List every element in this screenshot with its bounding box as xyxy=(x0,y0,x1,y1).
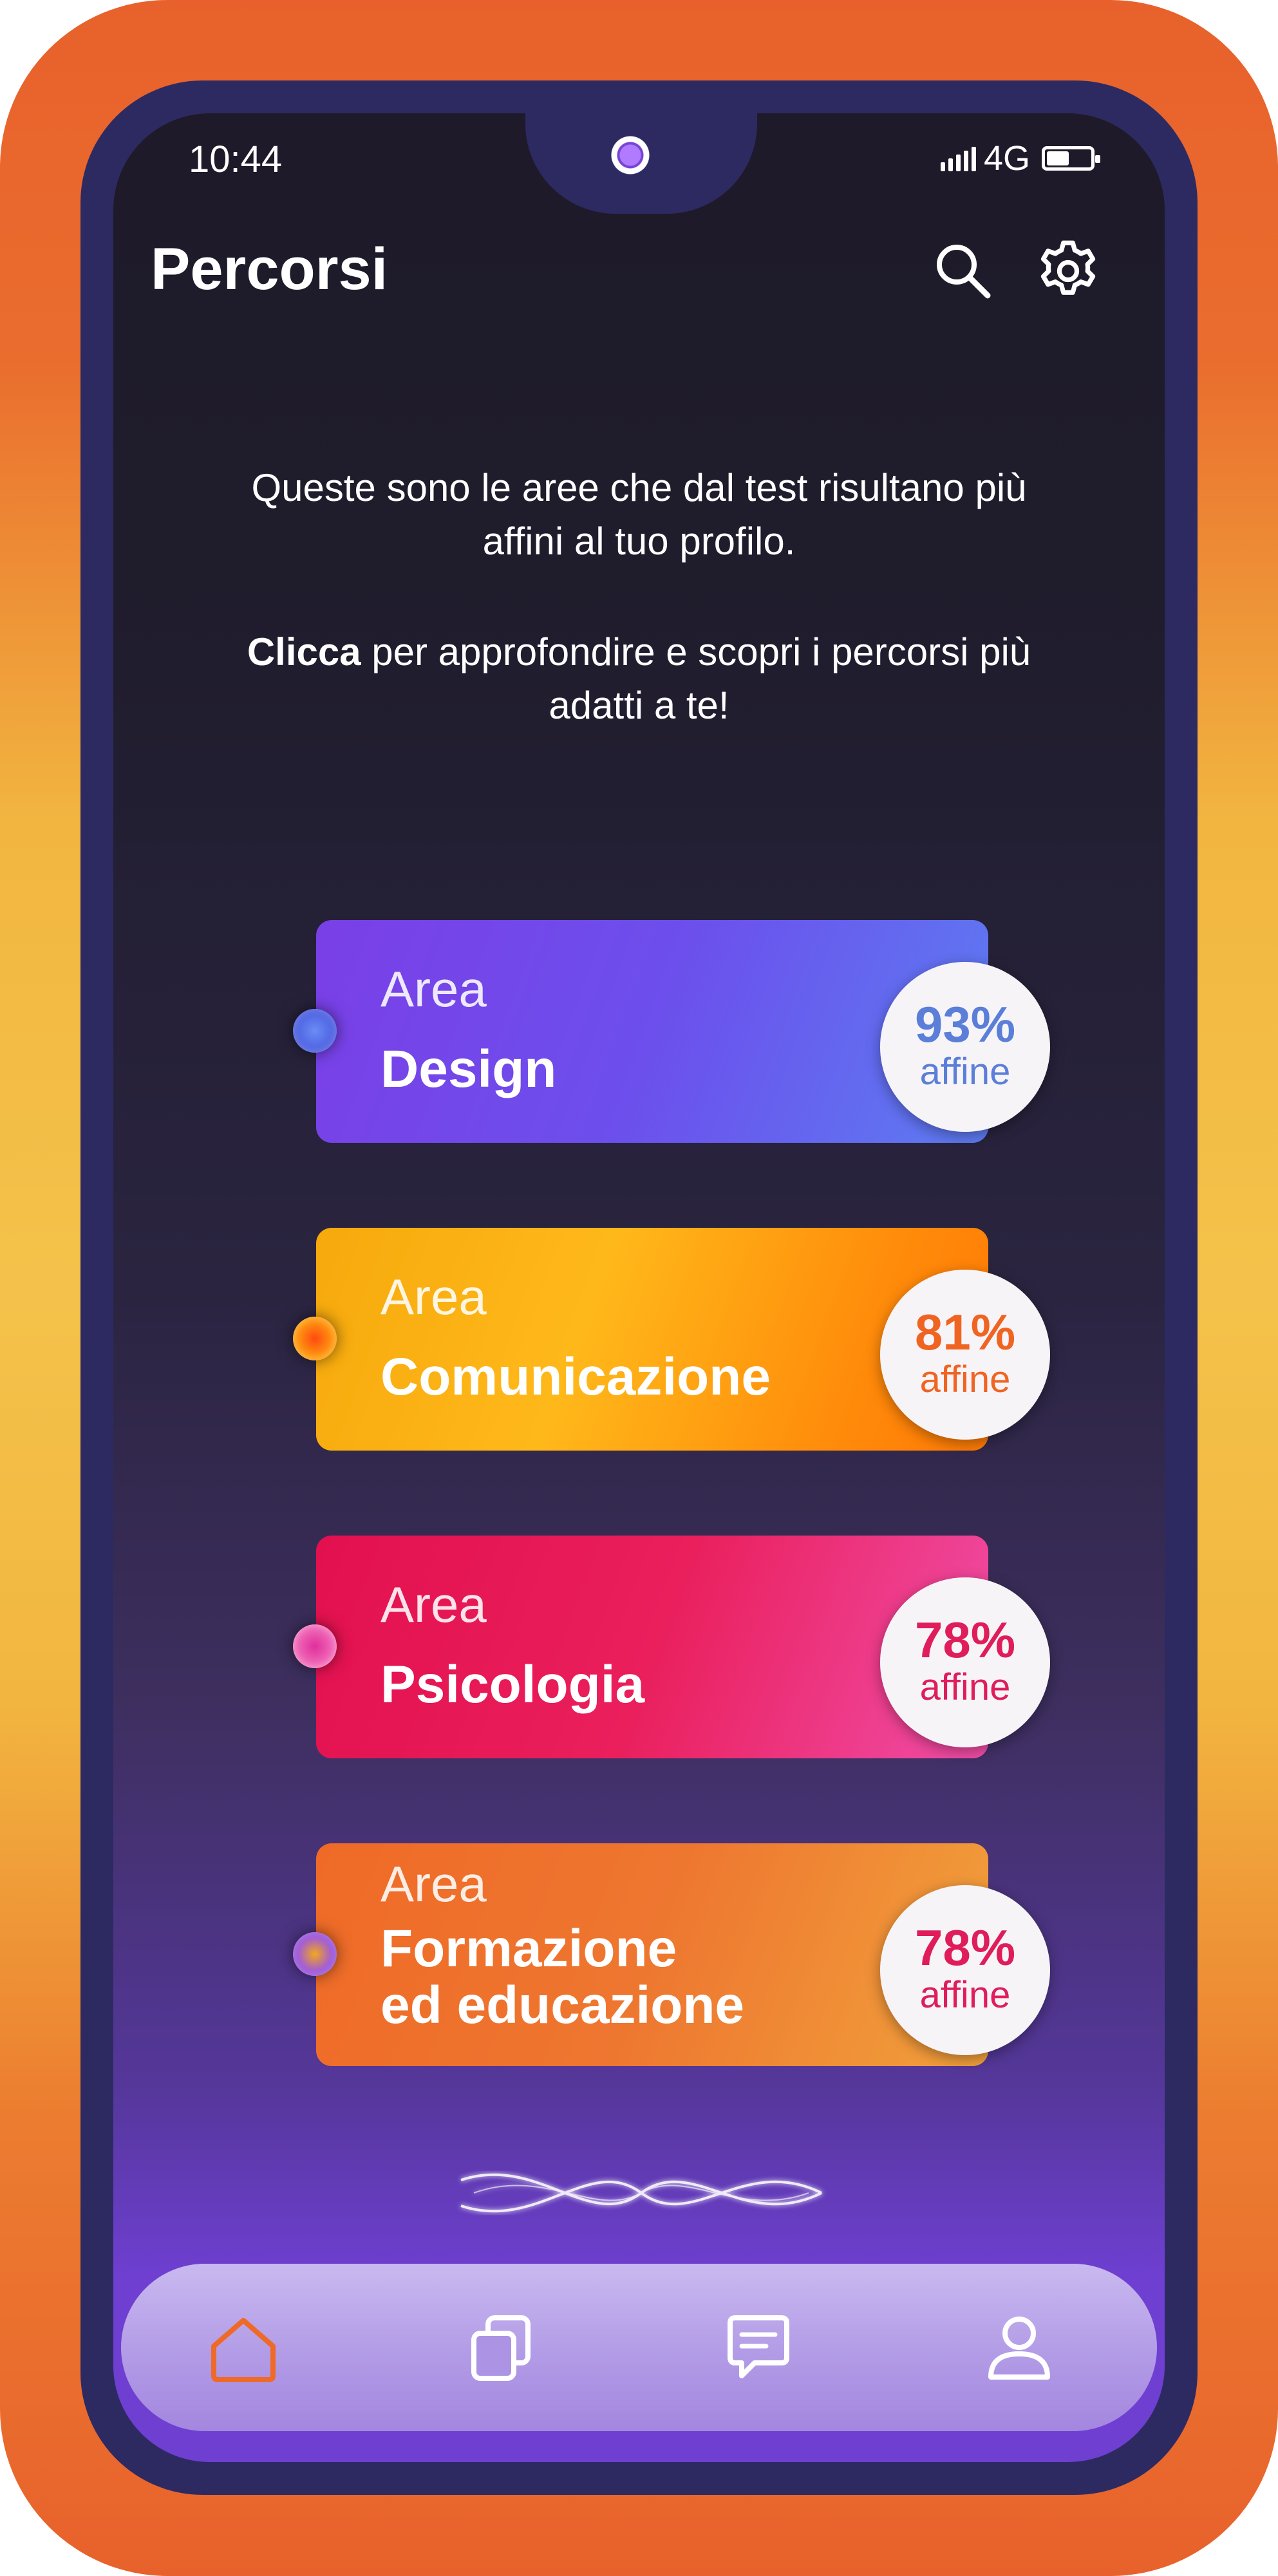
battery-icon xyxy=(1042,146,1101,171)
area-label: Area xyxy=(381,1576,487,1633)
intro-text: Queste sono le aree che dal test risulta… xyxy=(251,466,1027,563)
nav-profile[interactable] xyxy=(977,2306,1061,2389)
signal-icon xyxy=(941,146,976,171)
affinity-badge: 78% affine xyxy=(880,1885,1050,2055)
affinity-label: affine xyxy=(919,1359,1011,1400)
area-label: Area xyxy=(381,961,487,1017)
affinity-label: affine xyxy=(919,1051,1011,1093)
decorative-wave xyxy=(460,2173,822,2213)
app-screen: 10:44 4G Percorsi Queste sono le aree ch… xyxy=(113,113,1165,2462)
area-marker-dot xyxy=(293,1009,337,1053)
area-label: Area xyxy=(381,1856,487,1912)
area-card-psicologia[interactable]: Area Psicologia 78% affine xyxy=(293,1536,1050,1758)
area-name: Comunicazione xyxy=(381,1348,771,1406)
area-card-comunicazione[interactable]: Area Comunicazione 81% affine xyxy=(293,1228,1050,1451)
area-card-formazione[interactable]: Area Formazione ed educazione 78% affine xyxy=(293,1843,1050,2066)
nav-home[interactable] xyxy=(202,2306,285,2389)
area-name: Design xyxy=(381,1040,557,1098)
intro-cta: Clicca per approfondire e scopri i perco… xyxy=(210,625,1068,732)
affinity-badge: 93% affine xyxy=(880,962,1050,1132)
intro-cta-text: per approfondire e scopri i percorsi più… xyxy=(361,630,1031,727)
area-marker-dot xyxy=(293,1317,337,1360)
area-name-line2: ed educazione xyxy=(381,1976,745,2035)
settings-button[interactable] xyxy=(1033,236,1104,306)
status-time: 10:44 xyxy=(189,138,283,180)
area-marker-dot xyxy=(293,1932,337,1976)
network-type: 4G xyxy=(984,139,1031,178)
chat-icon xyxy=(728,2315,789,2378)
status-indicators: 4G xyxy=(941,139,1101,178)
user-icon xyxy=(988,2317,1050,2380)
gear-icon xyxy=(1040,240,1096,295)
affinity-label: affine xyxy=(919,1666,1011,1708)
nav-messages[interactable] xyxy=(717,2306,800,2389)
affinity-percent: 81% xyxy=(914,1304,1016,1360)
search-icon xyxy=(937,245,991,299)
affinity-badge: 81% affine xyxy=(880,1270,1050,1440)
area-label: Area xyxy=(381,1268,487,1325)
nav-library[interactable] xyxy=(459,2306,543,2389)
front-camera xyxy=(611,136,650,174)
affinity-percent: 93% xyxy=(914,996,1016,1053)
affinity-percent: 78% xyxy=(914,1919,1016,1976)
area-card-design[interactable]: Area Design 93% affine xyxy=(293,920,1050,1143)
affinity-badge: 78% affine xyxy=(880,1577,1050,1747)
affinity-percent: 78% xyxy=(914,1612,1016,1668)
area-name-line1: Formazione xyxy=(381,1919,677,1978)
affinity-label: affine xyxy=(919,1974,1011,2016)
area-name: Formazione ed educazione xyxy=(381,1921,744,2034)
copy-icon xyxy=(471,2315,531,2381)
bottom-navigation xyxy=(121,2264,1157,2431)
search-button[interactable] xyxy=(928,236,999,306)
area-name: Psicologia xyxy=(381,1655,645,1714)
page-title: Percorsi xyxy=(151,236,388,302)
area-marker-dot xyxy=(293,1624,337,1668)
home-icon xyxy=(211,2318,276,2382)
intro-cta-bold: Clicca xyxy=(247,630,361,673)
